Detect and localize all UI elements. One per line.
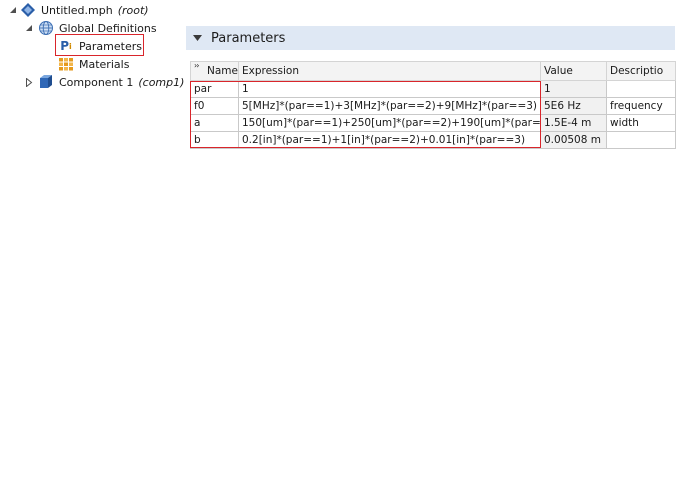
panel-title: Parameters	[211, 30, 286, 46]
cell-expression[interactable]: 5[MHz]*(par==1)+3[MHz]*(par==2)+9[MHz]*(…	[238, 97, 541, 115]
model-icon	[20, 2, 36, 18]
column-options-icon[interactable]: ››	[194, 63, 200, 71]
parameters-panel-header[interactable]: Parameters	[186, 26, 675, 50]
cell-description[interactable]: width	[606, 114, 676, 132]
tree-label-materials: Materials	[79, 57, 130, 71]
tree-label-global-definitions: Global Definitions	[59, 21, 157, 35]
collapse-triangle-icon[interactable]	[24, 23, 34, 33]
cell-description[interactable]	[606, 80, 676, 98]
component-icon	[38, 74, 54, 90]
collapse-triangle-icon[interactable]	[8, 5, 18, 15]
column-header-name[interactable]: ›› Name	[190, 61, 239, 81]
collapse-arrow-icon[interactable]	[193, 35, 202, 41]
cell-name[interactable]: par	[190, 80, 239, 98]
materials-icon	[58, 56, 74, 72]
cell-expression[interactable]: 0.2[in]*(par==1)+1[in]*(par==2)+0.01[in]…	[238, 131, 541, 149]
cell-description[interactable]: frequency	[606, 97, 676, 115]
column-header-name-label: Name	[207, 65, 238, 77]
cell-expression[interactable]: 1	[238, 80, 541, 98]
table-row[interactable]: f0 5[MHz]*(par==1)+3[MHz]*(par==2)+9[MHz…	[190, 97, 676, 115]
column-header-description[interactable]: Descriptio	[606, 61, 676, 81]
expand-triangle-icon[interactable]	[24, 77, 34, 87]
cell-expression[interactable]: 150[um]*(par==1)+250[um]*(par==2)+190[um…	[238, 114, 541, 132]
tree-node-component-1[interactable]: Component 1 (comp1)	[24, 73, 184, 91]
cell-name[interactable]: a	[190, 114, 239, 132]
table-header-row: ›› Name Expression Value Descriptio	[190, 61, 676, 81]
cell-name[interactable]: b	[190, 131, 239, 149]
table-row[interactable]: par 1 1	[190, 80, 676, 98]
cell-value: 5E6 Hz	[540, 97, 607, 115]
tree-tag-root: (root)	[117, 3, 149, 17]
tree-node-root[interactable]: Untitled.mph (root)	[8, 1, 149, 19]
cell-name[interactable]: f0	[190, 97, 239, 115]
cell-description[interactable]	[606, 131, 676, 149]
parameters-highlight-box	[55, 34, 144, 56]
tree-node-materials[interactable]: Materials	[58, 55, 129, 73]
table-row[interactable]: a 150[um]*(par==1)+250[um]*(par==2)+190[…	[190, 114, 676, 132]
table-row[interactable]: b 0.2[in]*(par==1)+1[in]*(par==2)+0.01[i…	[190, 131, 676, 149]
parameters-table: ›› Name Expression Value Descriptio par …	[190, 61, 676, 149]
column-header-value[interactable]: Value	[540, 61, 607, 81]
cell-value: 1	[540, 80, 607, 98]
column-header-expression[interactable]: Expression	[238, 61, 541, 81]
tree-tag-component-1: (comp1)	[138, 75, 185, 89]
tree-label-component-1: Component 1	[59, 75, 134, 89]
cell-value: 1.5E-4 m	[540, 114, 607, 132]
cell-value: 0.00508 m	[540, 131, 607, 149]
globe-icon	[38, 20, 54, 36]
tree-label-root: Untitled.mph	[41, 3, 113, 17]
